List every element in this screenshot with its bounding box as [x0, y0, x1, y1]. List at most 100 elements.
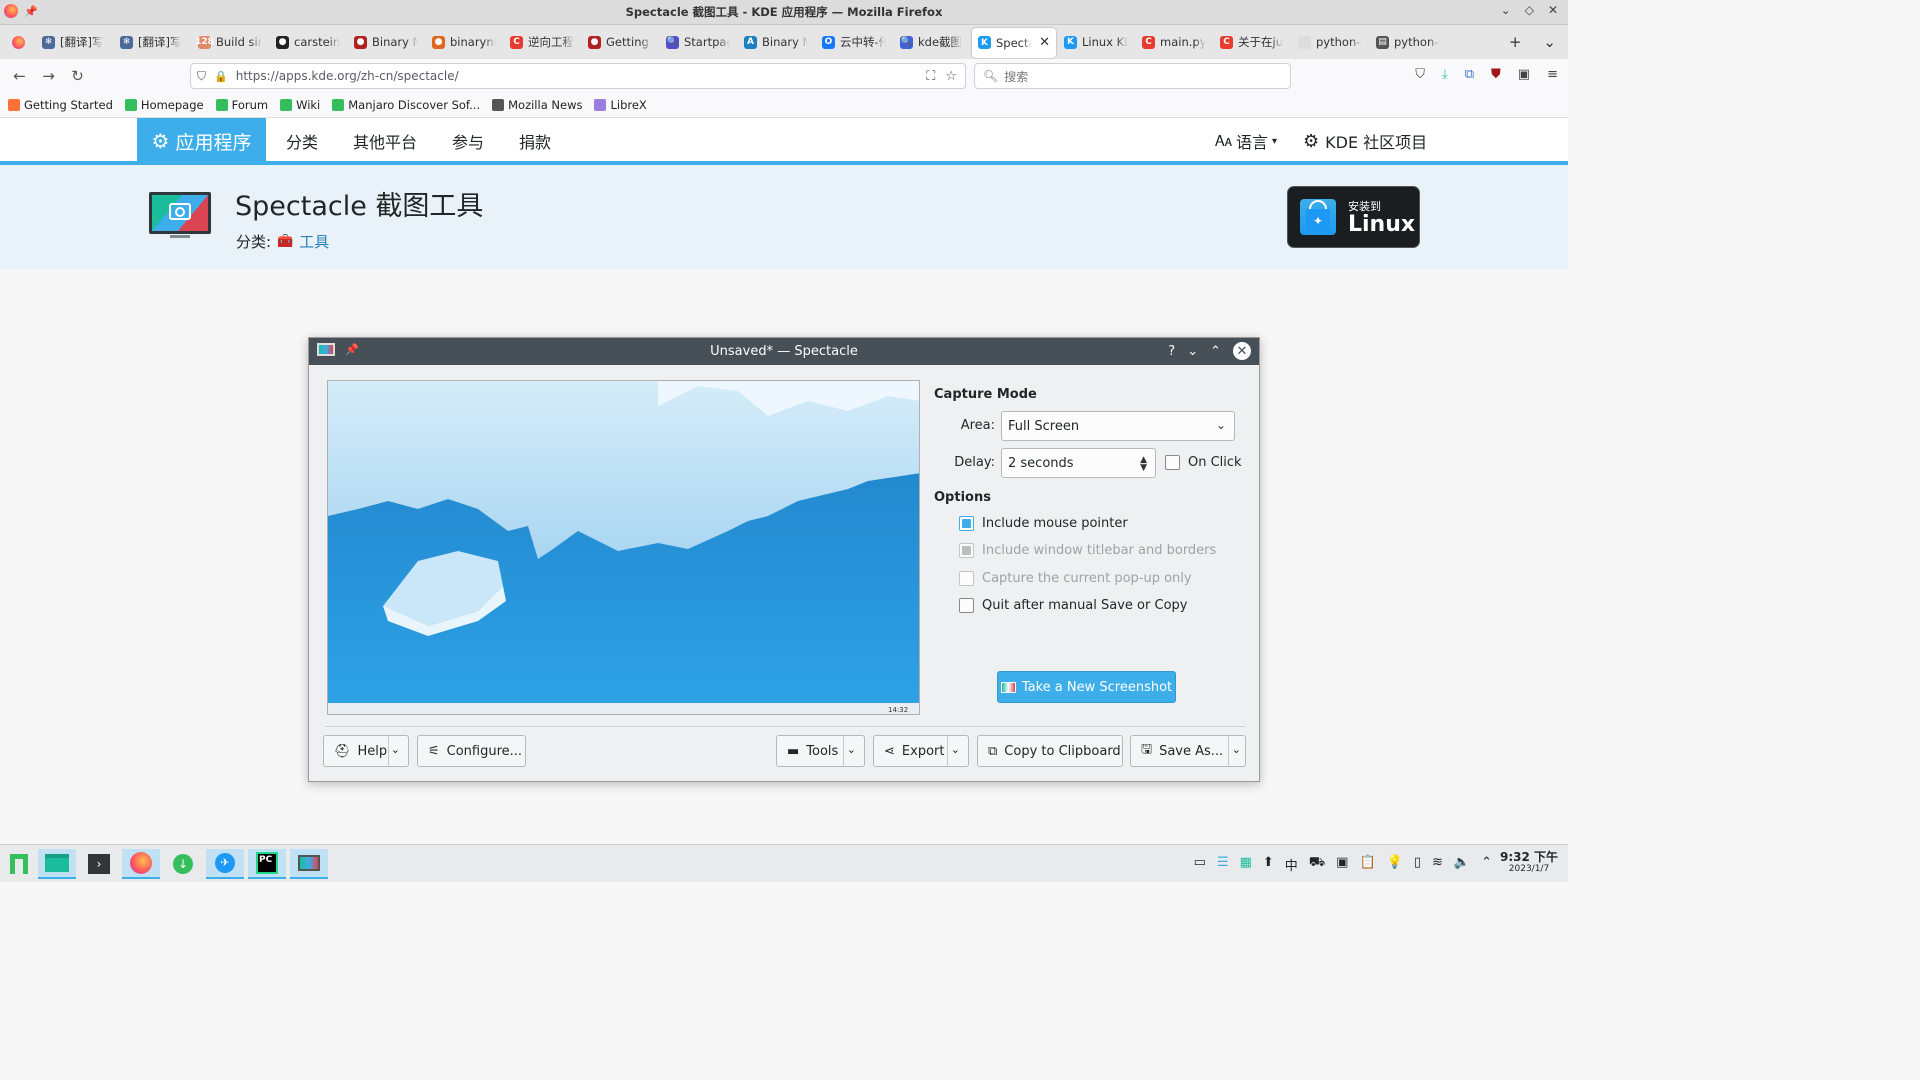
extension-icon[interactable]: ▣	[1518, 67, 1530, 82]
pin-icon[interactable]: 📌	[24, 5, 38, 18]
take-new-screenshot-button[interactable]: Take a New Screenshot	[997, 671, 1176, 703]
browser-tab[interactable]: C 逆向工程	[504, 27, 580, 57]
bookmark-item[interactable]: LibreX	[594, 98, 647, 112]
delay-spinbox[interactable]: 2 seconds ▲ ▼	[1001, 448, 1156, 478]
search-input[interactable]: 🔍︎ 搜索	[974, 63, 1291, 89]
pocket-icon[interactable]: ⛉	[1415, 67, 1425, 82]
browser-tab[interactable]: ● Getting S	[582, 27, 658, 57]
chevron-down-icon[interactable]: ⌄	[847, 743, 856, 756]
terminal-icon[interactable]: ›	[80, 849, 118, 879]
manjaro-menu-icon[interactable]	[0, 849, 38, 879]
bookmark-star-icon[interactable]: ☆	[945, 69, 957, 84]
maximize-icon[interactable]: ⌃	[1210, 344, 1221, 359]
spectacle-taskbar-icon[interactable]	[290, 849, 328, 879]
browser-tab[interactable]: C 关于在ju	[1214, 27, 1290, 57]
bookmark-item[interactable]: Wiki	[280, 98, 320, 112]
maximize-icon[interactable]: ◇	[1525, 3, 1534, 17]
lock-icon[interactable]: 🔒	[214, 70, 228, 83]
help-icon[interactable]: ?	[1168, 344, 1175, 359]
category-link-tools[interactable]: 工具	[299, 231, 329, 252]
browser-tab[interactable]: ❄ [翻译]写	[114, 27, 190, 57]
browser-tab[interactable]: K Linux KD	[1058, 27, 1134, 57]
pin-icon[interactable]: 📌	[345, 343, 359, 356]
minimize-icon[interactable]: ⌄	[1501, 3, 1511, 17]
quit-after-save-box[interactable]	[959, 598, 974, 613]
minimize-icon[interactable]: ⌄	[1187, 344, 1198, 359]
copy-to-clipboard-button[interactable]: ⧉ Copy to Clipboard	[977, 735, 1123, 767]
language-selector[interactable]: 🗛 语言 ▾	[1215, 129, 1277, 153]
site-menu-item[interactable]: 分类	[286, 129, 318, 153]
pycharm-icon[interactable]: PC	[248, 849, 286, 879]
include-pointer-checkbox[interactable]: Include mouse pointer	[959, 516, 1128, 531]
install-on-linux-button[interactable]: ✦ 安装到 Linux	[1288, 187, 1419, 247]
on-click-checkbox[interactable]: On Click	[1165, 455, 1242, 470]
battery-icon[interactable]: ▯	[1414, 855, 1421, 874]
translate-extension-icon[interactable]: ⧉	[1465, 67, 1474, 82]
browser-tab[interactable]: Cmain.py	[1136, 27, 1212, 57]
file-manager-icon[interactable]	[38, 849, 76, 879]
clock[interactable]: 9:32 下午 2023/1/7	[1500, 851, 1558, 875]
browser-tab[interactable]: ▤ python-p	[1370, 27, 1446, 57]
tray-expand-icon[interactable]: ⌃	[1481, 855, 1492, 874]
clipboard-tray-icon[interactable]: 📋	[1359, 855, 1375, 874]
workspace-icon[interactable]: ▦	[1240, 855, 1252, 874]
new-tab-icon[interactable]: +	[1509, 33, 1522, 51]
bookmark-item[interactable]: Mozilla News	[492, 98, 582, 112]
tools-menu-button[interactable]: ▬ Tools ⌄	[776, 735, 865, 767]
display-icon[interactable]: ▣	[1336, 855, 1348, 874]
network-status-icon[interactable]: ⛟	[1309, 855, 1325, 874]
browser-tab[interactable]: python-p	[1292, 27, 1368, 57]
browser-tab[interactable]: ● binaryni	[426, 27, 502, 57]
close-tab-icon[interactable]: ✕	[1039, 35, 1050, 50]
browser-tab[interactable]: 🔍 Startpag	[660, 27, 736, 57]
chevron-down-icon[interactable]: ⌄	[391, 743, 400, 756]
bookmark-item[interactable]: Manjaro Discover Sof...	[332, 98, 480, 112]
browser-tab[interactable]: O 云中转-佧	[816, 27, 892, 57]
browser-tab[interactable]: 🔍 kde截图	[894, 27, 970, 57]
close-icon[interactable]: ✕	[1548, 3, 1558, 17]
input-method-icon[interactable]: 中	[1285, 855, 1298, 874]
list-tabs-icon[interactable]: ⌄	[1543, 33, 1556, 51]
browser-tab[interactable]: K Specta ✕	[972, 27, 1056, 58]
translate-icon[interactable]: ⛶	[926, 69, 935, 84]
quit-after-save-checkbox[interactable]: Quit after manual Save or Copy	[959, 598, 1187, 613]
ublock-icon[interactable]: ⛊	[1491, 67, 1501, 82]
site-menu-item[interactable]: 参与	[452, 129, 484, 153]
updates-icon[interactable]: ⬆	[1263, 855, 1274, 874]
downloads-icon[interactable]: ⤓	[1442, 67, 1448, 82]
back-icon[interactable]: ←	[5, 67, 34, 85]
firefox-taskbar-icon[interactable]	[122, 849, 160, 879]
on-click-box[interactable]	[1165, 455, 1180, 470]
include-pointer-box[interactable]	[959, 516, 974, 531]
spin-arrows-icon[interactable]: ▲ ▼	[1140, 456, 1147, 473]
close-icon[interactable]: ✕	[1233, 342, 1251, 360]
browser-tab[interactable]: ❄ [翻译]写	[36, 27, 112, 57]
show-desktop-icon[interactable]: ▭	[1194, 855, 1206, 874]
bookmark-item[interactable]: Getting Started	[8, 98, 113, 112]
bookmark-item[interactable]: Homepage	[124, 98, 204, 112]
browser-tab[interactable]: A Binary N	[738, 27, 814, 57]
shield-icon[interactable]: ⛉	[197, 69, 206, 84]
notifications-icon[interactable]: 💡	[1387, 855, 1403, 874]
site-menu-item[interactable]: 其他平台	[353, 129, 417, 153]
save-as-button[interactable]: 🖫 Save As... ⌄	[1130, 735, 1246, 767]
forward-icon[interactable]: →	[34, 67, 63, 85]
browser-tab[interactable]: ● carstein	[270, 27, 346, 57]
export-menu-button[interactable]: ⋖ Export ⌄	[873, 735, 969, 767]
screenshot-preview[interactable]: 14:32	[327, 380, 920, 715]
pager-icon[interactable]: ☰	[1217, 855, 1229, 874]
browser-tab[interactable]: 128Build sim	[192, 27, 268, 57]
url-bar[interactable]: ⛉ 🔒 https://apps.kde.org/zh-cn/spectacle…	[190, 63, 966, 89]
browser-tab[interactable]: ● Binary N	[348, 27, 424, 57]
volume-icon[interactable]: 🔈	[1454, 855, 1470, 874]
network-app-icon[interactable]: ✈	[206, 849, 244, 879]
bookmark-item[interactable]: Forum	[215, 98, 268, 112]
reload-icon[interactable]: ↻	[63, 67, 92, 85]
nav-apps-brand[interactable]: ⚙ 应用程序	[137, 118, 266, 164]
area-select[interactable]: Full Screen ⌄	[1001, 411, 1235, 441]
download-manager-icon[interactable]: ↓	[164, 849, 202, 879]
kde-community-link[interactable]: ⚙ KDE 社区项目	[1303, 129, 1427, 153]
site-menu-item[interactable]: 捐款	[519, 129, 551, 153]
url-text[interactable]: https://apps.kde.org/zh-cn/spectacle/	[236, 69, 459, 83]
chevron-down-icon[interactable]: ⌄	[1232, 743, 1241, 756]
